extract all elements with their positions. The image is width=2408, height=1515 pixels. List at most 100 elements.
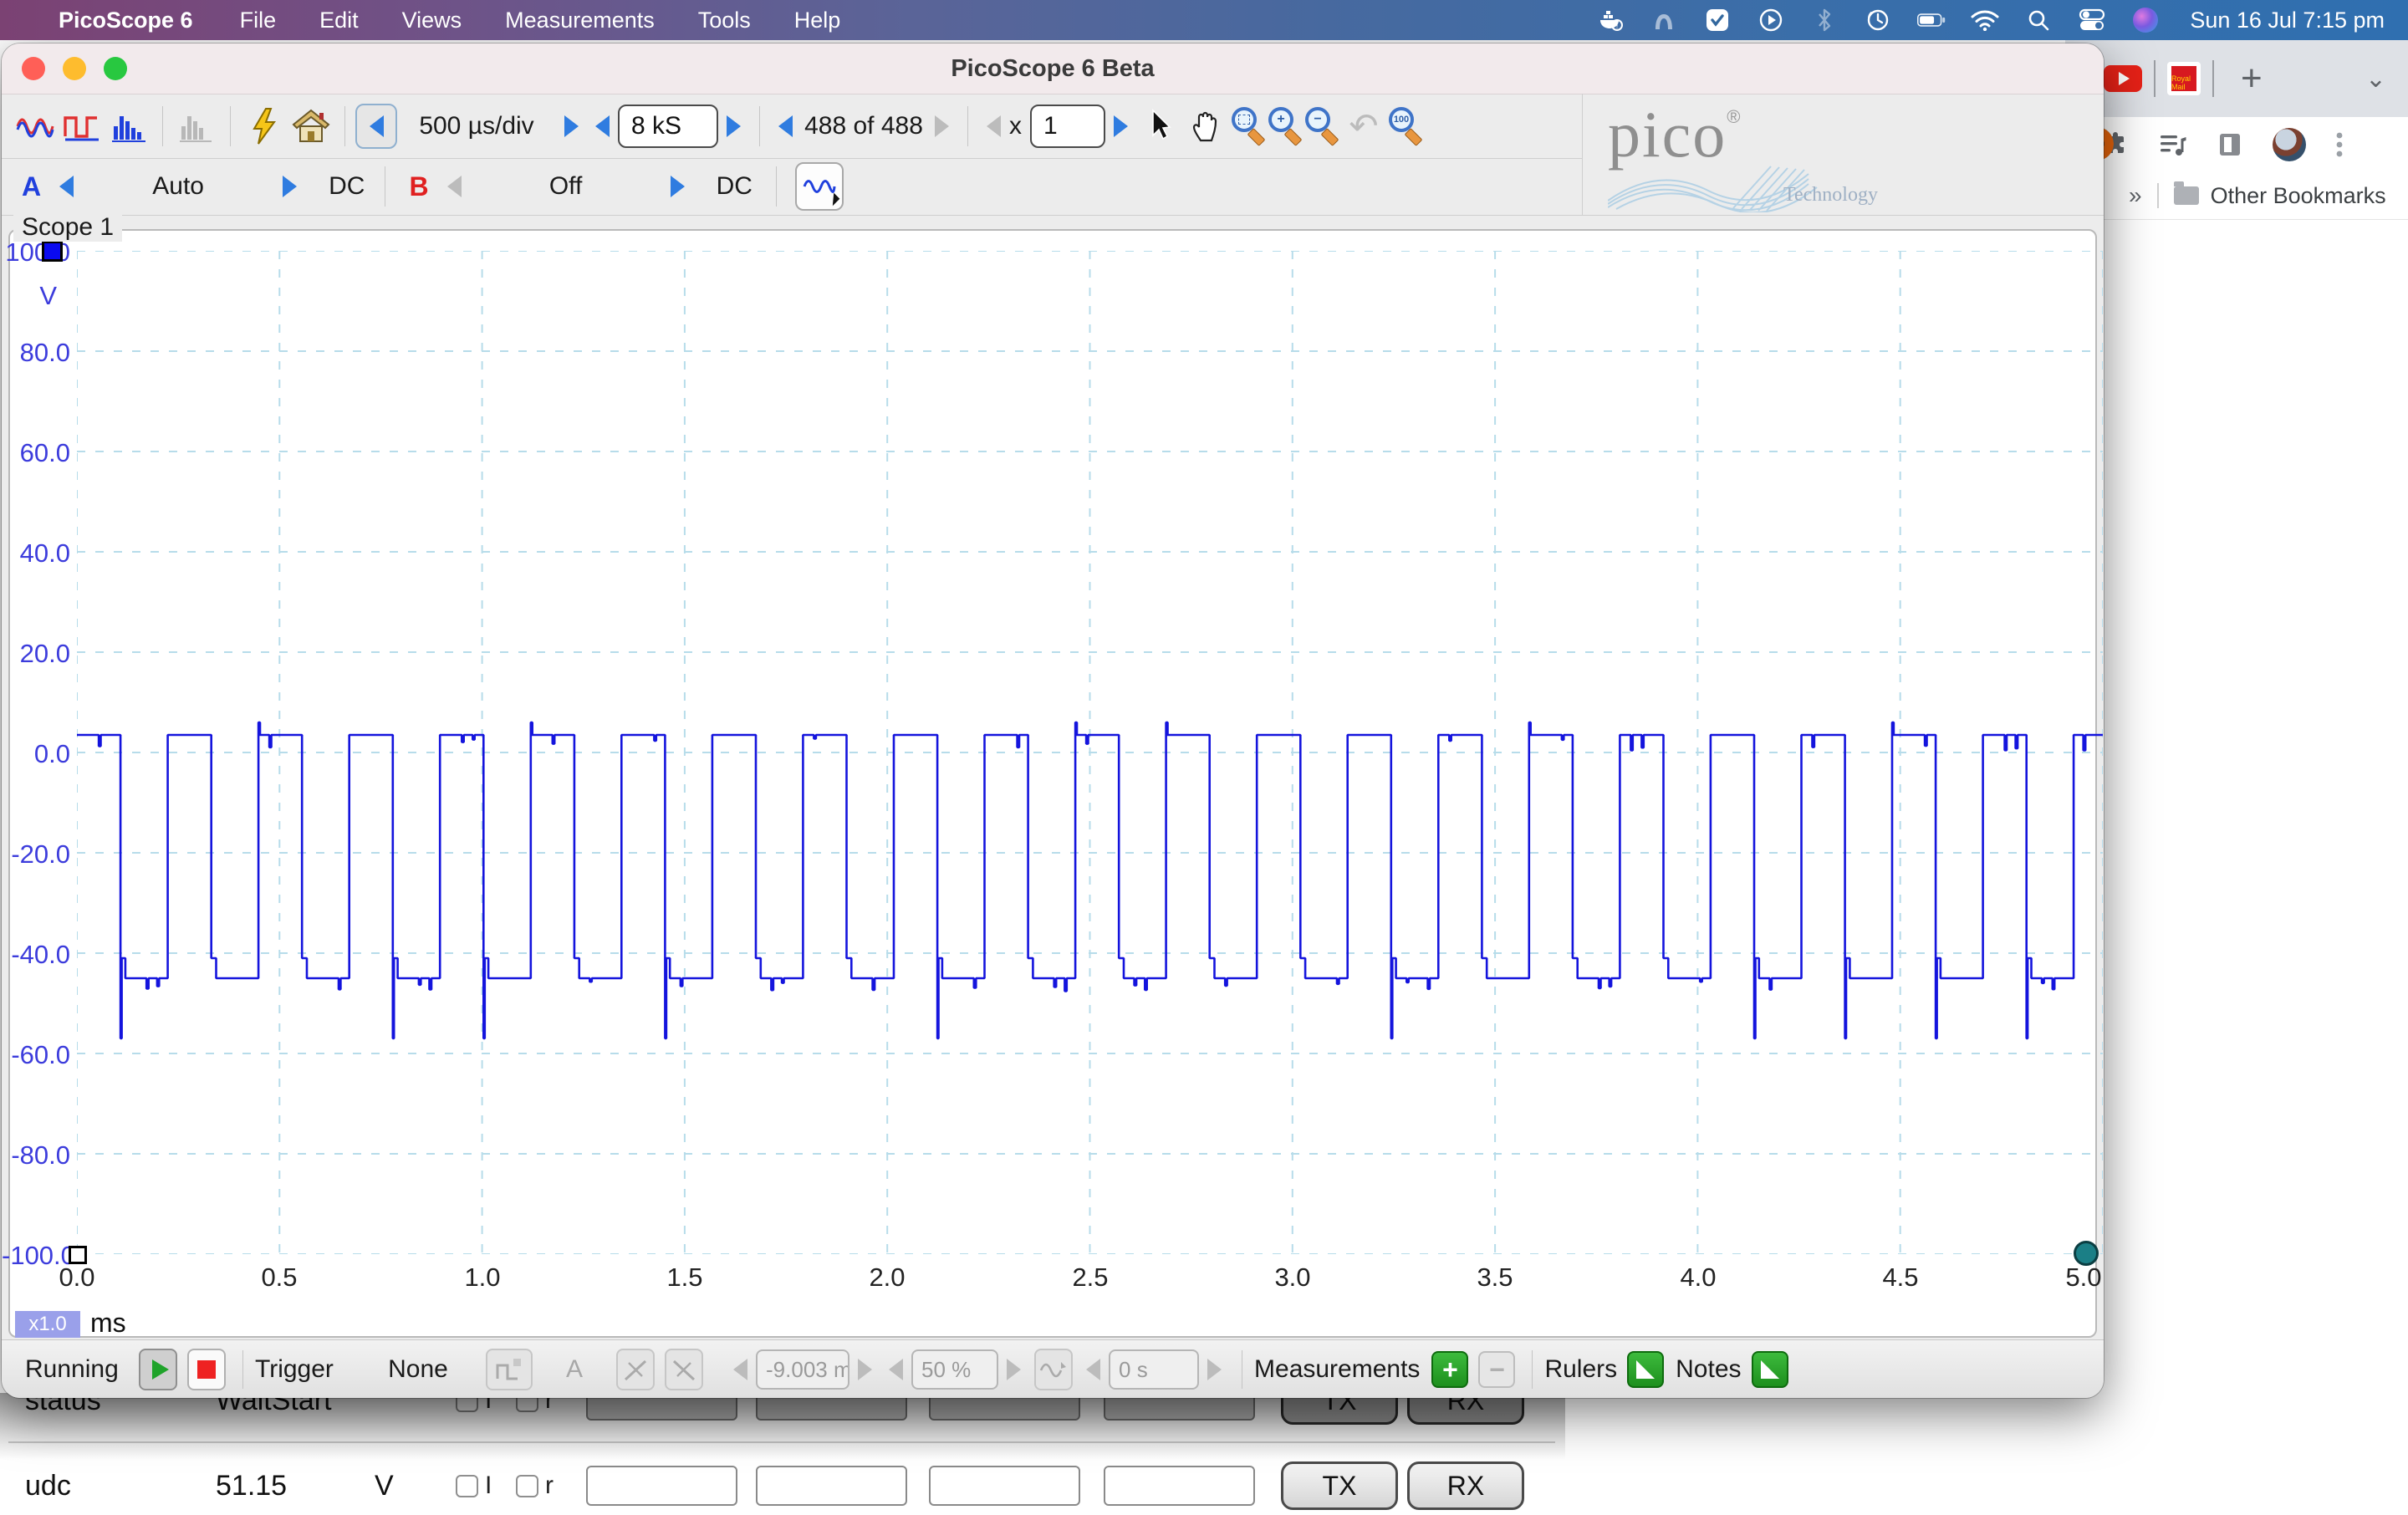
- home-icon[interactable]: [289, 105, 333, 148]
- youtube-pinned-tab-icon[interactable]: [2104, 65, 2142, 92]
- buffer-next-arrow[interactable]: [935, 115, 949, 137]
- channel-a-range-up-arrow[interactable]: [283, 176, 297, 197]
- trigger-marker-square[interactable]: [69, 1246, 87, 1264]
- y-tick-label: 0.0: [2, 739, 70, 769]
- persistence-mode-icon-disabled: [175, 105, 218, 148]
- channel-a-offset-handle[interactable]: [42, 241, 63, 262]
- hand-pan-tool-icon[interactable]: [1185, 105, 1228, 148]
- checkbox-r[interactable]: [516, 1475, 538, 1497]
- bluetooth-icon[interactable]: [1810, 6, 1839, 34]
- spotlight-search-icon[interactable]: [2024, 6, 2053, 34]
- timebase-value[interactable]: 500 µs/div: [397, 112, 556, 140]
- timebase-decrease-button[interactable]: [355, 104, 397, 149]
- threshold-increase-arrow[interactable]: [858, 1359, 872, 1380]
- siri-icon[interactable]: [2131, 6, 2160, 34]
- value-field-1[interactable]: [586, 1466, 737, 1506]
- menu-file[interactable]: File: [218, 8, 298, 33]
- channel-a-range-down-arrow[interactable]: [59, 176, 74, 197]
- rx-button[interactable]: RX: [1407, 1461, 1524, 1510]
- notes-label: Notes: [1676, 1355, 1741, 1384]
- docker-icon[interactable]: !: [1596, 6, 1625, 34]
- pretrigger-decrease-arrow[interactable]: [889, 1359, 903, 1380]
- buffer-position: 488 of 488: [801, 112, 926, 140]
- alfred-icon[interactable]: [1650, 6, 1678, 34]
- menu-views[interactable]: Views: [380, 8, 484, 33]
- bookmarks-overflow-chevron-icon[interactable]: »: [2129, 182, 2142, 209]
- svg-text:!: !: [1616, 22, 1619, 31]
- threshold-decrease-arrow[interactable]: [733, 1359, 747, 1380]
- value-field-2[interactable]: [756, 1466, 907, 1506]
- oscilloscope-plot[interactable]: [77, 251, 2103, 1254]
- zoom-decrease-arrow[interactable]: [987, 115, 1001, 137]
- samples-decrease-arrow[interactable]: [595, 115, 610, 137]
- time-machine-icon[interactable]: [1864, 6, 1892, 34]
- royal-mail-pinned-tab-icon[interactable]: Royal Mail: [2167, 62, 2201, 95]
- value-field-3[interactable]: [929, 1466, 1080, 1506]
- channel-b-range[interactable]: Off: [470, 172, 662, 201]
- pretrigger-increase-arrow[interactable]: [1007, 1359, 1021, 1380]
- delay-decrease-arrow[interactable]: [1086, 1359, 1100, 1380]
- rulers-button[interactable]: [1627, 1351, 1664, 1388]
- channel-b-range-down-arrow[interactable]: [447, 176, 462, 197]
- zoom-full-tool-icon[interactable]: 100: [1387, 107, 1424, 145]
- control-center-icon[interactable]: [2078, 6, 2106, 34]
- window-title-bar[interactable]: PicoScope 6 Beta: [2, 43, 2104, 94]
- x-axis-multiplier-badge[interactable]: x1.0: [15, 1311, 80, 1338]
- wifi-icon[interactable]: [1971, 6, 1999, 34]
- samples-count-input[interactable]: 8 kS: [618, 105, 718, 148]
- tx-button[interactable]: TX: [1281, 1461, 1398, 1510]
- add-measurement-button[interactable]: +: [1431, 1351, 1468, 1388]
- trigger-threshold-field[interactable]: -9.003 mV: [756, 1349, 849, 1390]
- zoom-in-tool-icon[interactable]: +: [1267, 107, 1303, 145]
- channel-b-range-up-arrow[interactable]: [671, 176, 685, 197]
- bookmarks-folder-icon: [2174, 186, 2199, 205]
- menu-bar-clock[interactable]: Sun 16 Jul 7:15 pm: [2190, 8, 2385, 33]
- menu-help[interactable]: Help: [773, 8, 863, 33]
- tasks-check-icon[interactable]: [1703, 6, 1732, 34]
- pointer-tool-icon[interactable]: [1138, 105, 1181, 148]
- play-circle-icon[interactable]: [1757, 6, 1785, 34]
- checkbox-i[interactable]: [456, 1475, 478, 1497]
- notes-button[interactable]: [1752, 1351, 1788, 1388]
- zoom-out-tool-icon[interactable]: −: [1303, 107, 1340, 145]
- reading-list-icon[interactable]: [2217, 132, 2242, 157]
- signal-generator-button[interactable]: [795, 162, 844, 211]
- tab-search-chevron-icon[interactable]: ⌄: [2365, 64, 2386, 94]
- value-field-4[interactable]: [1104, 1466, 1255, 1506]
- tab-separator: [2212, 60, 2214, 97]
- other-bookmarks-label[interactable]: Other Bookmarks: [2211, 183, 2386, 209]
- menu-measurements[interactable]: Measurements: [483, 8, 676, 33]
- delay-increase-arrow[interactable]: [1207, 1359, 1222, 1380]
- new-tab-button[interactable]: +: [2241, 58, 2263, 99]
- playlist-music-icon[interactable]: [2159, 132, 2187, 157]
- menu-edit[interactable]: Edit: [298, 8, 380, 33]
- trigger-mode-select[interactable]: None: [355, 1355, 481, 1384]
- stop-capture-button[interactable]: [187, 1349, 226, 1390]
- zoom-factor-input[interactable]: 1: [1030, 105, 1105, 148]
- pico-logo-text: pico: [1608, 98, 1727, 171]
- channel-a-coupling[interactable]: DC: [329, 172, 365, 201]
- browser-menu-dots-icon[interactable]: [2336, 131, 2343, 158]
- samples-increase-arrow[interactable]: [727, 115, 741, 137]
- pre-trigger-field[interactable]: 50 %: [911, 1349, 998, 1390]
- menu-tools[interactable]: Tools: [676, 8, 773, 33]
- menu-app-name[interactable]: PicoScope 6: [40, 8, 218, 33]
- trigger-delay-field[interactable]: 0 s: [1109, 1349, 1199, 1390]
- buffer-previous-arrow[interactable]: [778, 115, 793, 137]
- scope-view-icon[interactable]: [13, 105, 57, 148]
- y-tick-label: 20.0: [2, 639, 70, 669]
- zoom-selection-tool-icon[interactable]: [1230, 107, 1267, 145]
- start-capture-button[interactable]: [139, 1349, 177, 1390]
- spectrum-view-icon[interactable]: [107, 105, 150, 148]
- zoom-increase-arrow[interactable]: [1114, 115, 1128, 137]
- trigger-source-label: A: [566, 1355, 583, 1384]
- scope-tab-label[interactable]: Scope 1: [13, 213, 122, 242]
- browser-profile-avatar[interactable]: [2273, 128, 2306, 161]
- persistence-view-icon[interactable]: [60, 105, 104, 148]
- channel-a-range[interactable]: Auto: [82, 172, 274, 201]
- timebase-increase-arrow[interactable]: [564, 115, 579, 137]
- rulers-label: Rulers: [1544, 1355, 1617, 1384]
- channel-b-coupling[interactable]: DC: [717, 172, 752, 201]
- auto-setup-icon[interactable]: [242, 105, 286, 148]
- toolbar-separator: [759, 106, 760, 146]
